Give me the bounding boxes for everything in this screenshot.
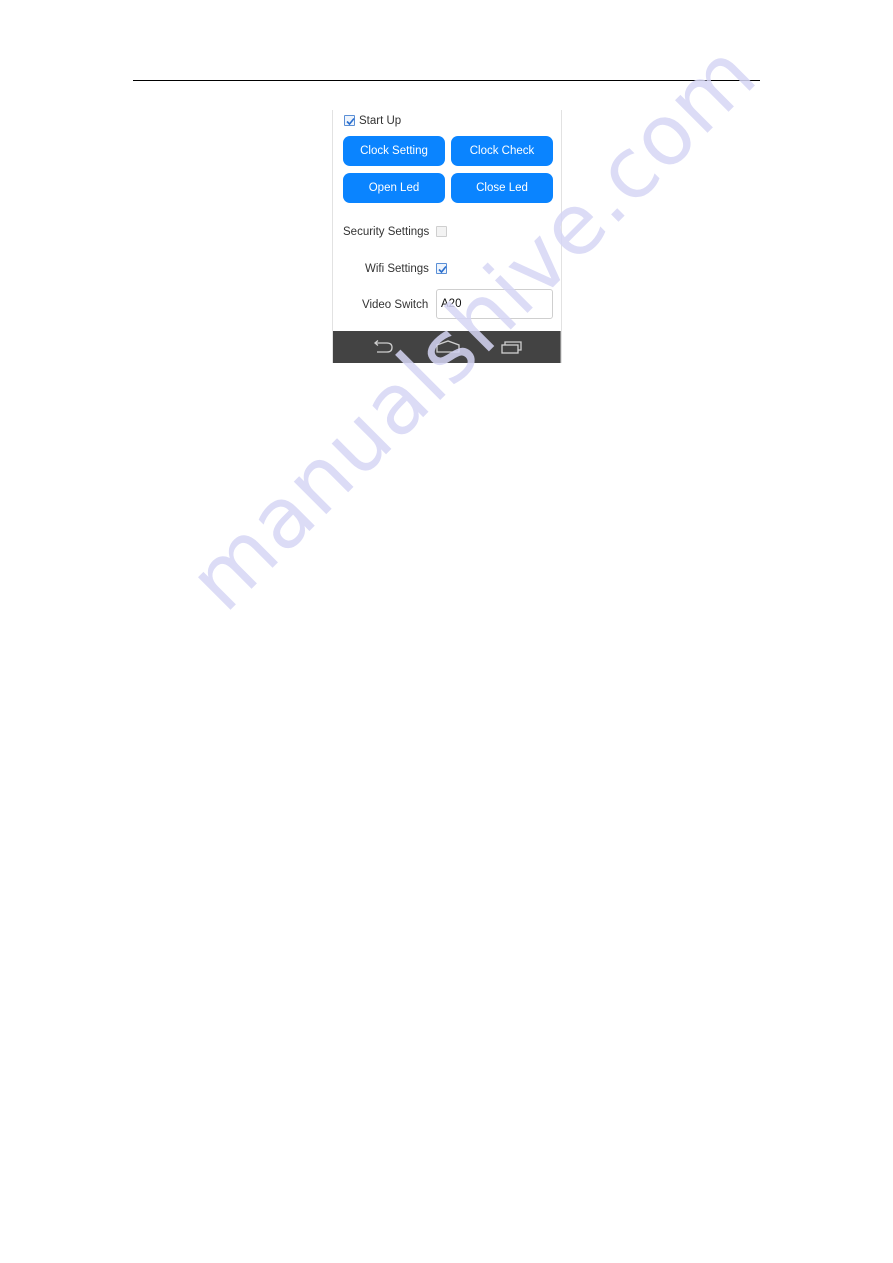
- wifi-settings-label: Wifi Settings: [365, 263, 429, 275]
- video-switch-label: Video Switch: [362, 299, 429, 311]
- wifi-settings-checkbox[interactable]: [436, 263, 447, 274]
- clock-check-button[interactable]: Clock Check: [451, 136, 553, 166]
- security-settings-label: Security Settings: [343, 226, 430, 238]
- checkmark-icon: [438, 265, 447, 274]
- checkmark-icon: [346, 117, 355, 126]
- security-settings-checkbox[interactable]: [436, 226, 447, 237]
- scrollbar: [560, 331, 561, 363]
- clock-setting-button[interactable]: Clock Setting: [343, 136, 445, 166]
- start-up-checkbox[interactable]: [344, 115, 355, 126]
- start-up-label: Start Up: [359, 115, 402, 127]
- open-led-button[interactable]: Open Led: [343, 173, 445, 203]
